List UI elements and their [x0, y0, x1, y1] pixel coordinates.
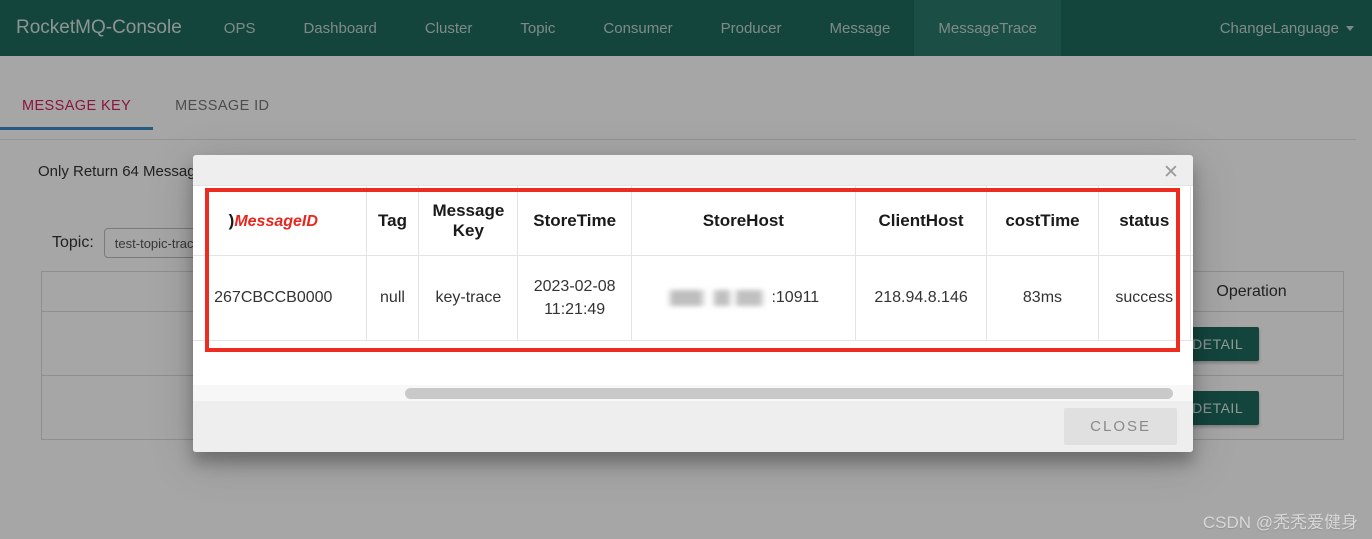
header-client-host: ClientHost [854, 185, 988, 256]
header-status: status [1097, 185, 1191, 256]
cell-tag: null [365, 255, 420, 341]
message-trace-dialog: ✕ )MessageID Tag Message Key StoreTime S… [193, 155, 1193, 452]
header-store-host: StoreHost [630, 185, 856, 256]
cell-message-key: key-trace [418, 255, 519, 341]
dialog-footer: CLOSE [193, 401, 1193, 452]
cell-message-id: 267CBCCB0000 [193, 255, 367, 341]
cell-trace-type: Pub [1189, 255, 1193, 341]
cell-status: success [1097, 255, 1191, 341]
trace-table-header-row: )MessageID Tag Message Key StoreTime Sto… [193, 185, 1193, 256]
header-trace-type: traceType [1189, 185, 1193, 256]
message-trace-table: )MessageID Tag Message Key StoreTime Sto… [193, 185, 1193, 341]
watermark: CSDN @秃秃爱健身 [1202, 513, 1358, 532]
header-cost-time: costTime [986, 185, 1099, 256]
cell-client-host: 218.94.8.146 [854, 255, 988, 341]
cell-store-host: :10911 [630, 255, 856, 341]
horizontal-scrollbar-thumb[interactable] [405, 388, 1173, 399]
header-message-id: )MessageID [193, 185, 367, 256]
dialog-body: )MessageID Tag Message Key StoreTime Sto… [193, 185, 1193, 385]
masked-ip-redaction [667, 290, 772, 307]
cell-cost-time: 83ms [986, 255, 1099, 341]
header-message-id-label: MessageID [234, 212, 318, 230]
header-tag: Tag [365, 185, 420, 256]
header-store-time: StoreTime [517, 185, 632, 256]
close-button[interactable]: CLOSE [1064, 408, 1177, 445]
store-host-port: :10911 [771, 289, 820, 307]
header-message-key: Message Key [418, 185, 519, 256]
cell-store-time: 2023-02-08 11:21:49 [517, 255, 632, 341]
trace-table-row: 267CBCCB0000 null key-trace 2023-02-08 1… [193, 255, 1193, 341]
horizontal-scrollbar[interactable] [193, 385, 1193, 401]
close-icon[interactable]: ✕ [1159, 161, 1183, 185]
